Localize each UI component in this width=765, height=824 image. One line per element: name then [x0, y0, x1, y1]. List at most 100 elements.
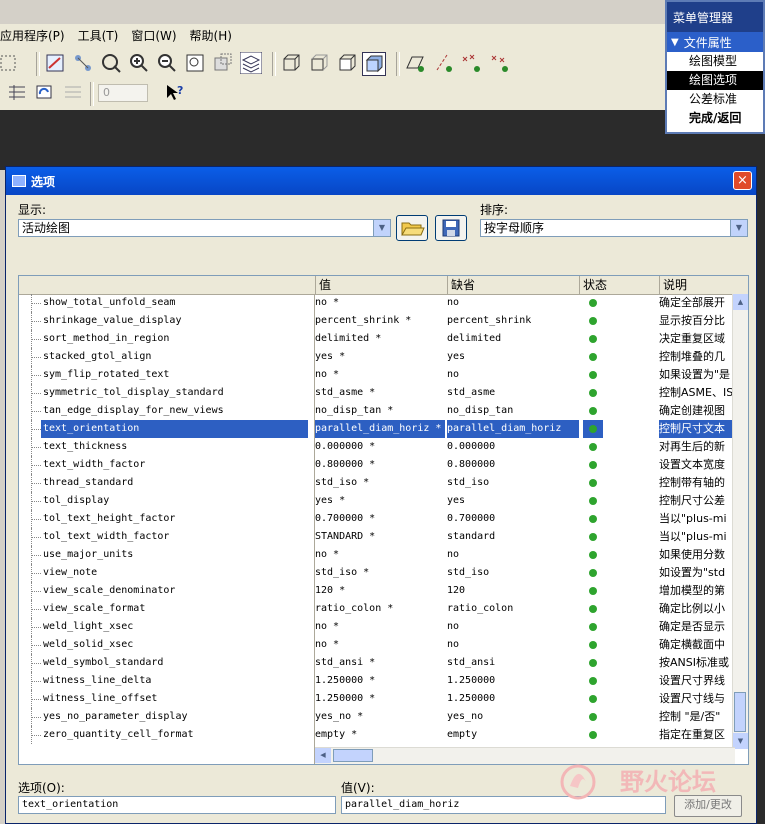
table-row[interactable]: thread_standard std_iso * std_iso 控制带有轴的	[19, 474, 736, 492]
table-row[interactable]: text_orientation parallel_diam_horiz * par…	[19, 420, 736, 438]
wireframe-icon[interactable]	[280, 52, 302, 74]
hidden-line-icon[interactable]	[308, 52, 330, 74]
header-status[interactable]: 状态	[579, 276, 659, 294]
header-description[interactable]: 说明	[659, 276, 748, 294]
option-input[interactable]: text_orientation	[18, 796, 336, 814]
table-row[interactable]: text_thickness 0.000000 * 0.000000 对再生后的新	[19, 438, 736, 456]
menu-file-properties[interactable]: ▼ 文件属性	[667, 32, 763, 52]
menu-tolerance-standard[interactable]: 公差标准	[667, 90, 763, 109]
coord-sys-icon[interactable]	[488, 52, 510, 74]
datum-icon[interactable]	[72, 52, 94, 74]
option-default: 120	[447, 585, 466, 596]
open-config-button[interactable]	[396, 215, 428, 241]
close-button[interactable]: ×	[733, 171, 752, 190]
table-row[interactable]: tol_text_width_factor STANDARD * standard 当…	[19, 528, 736, 546]
table-row[interactable]: zero_quantity_cell_format empty * empty 指定在…	[19, 726, 736, 744]
scroll-up-icon[interactable]: ▲	[733, 294, 748, 310]
hscroll-thumb[interactable]	[333, 749, 373, 762]
menu-manager: 菜单管理器 ▼ 文件属性 绘图模型 绘图选项 公差标准 完成/返回	[665, 0, 765, 134]
table-row[interactable]: weld_light_xsec no * no 确定是否显示	[19, 618, 736, 636]
sketch-icon[interactable]	[44, 52, 66, 74]
menu-tools[interactable]: 工具(T)	[78, 27, 126, 44]
table-row[interactable]: view_scale_format ratio_colon * ratio_colo…	[19, 600, 736, 618]
option-name: weld_symbol_standard	[43, 657, 164, 668]
spin-input[interactable]: 0	[98, 84, 148, 102]
option-value: delimited *	[315, 333, 382, 344]
shading-icon[interactable]	[362, 52, 386, 76]
status-dot-icon	[583, 348, 603, 366]
no-hidden-icon[interactable]	[336, 52, 358, 74]
table-row[interactable]: witness_line_delta 1.250000 * 1.250000 设置尺寸…	[19, 672, 736, 690]
layers-icon[interactable]	[239, 51, 263, 75]
option-default: 0.000000	[447, 441, 496, 452]
table-row[interactable]: text_width_factor 0.800000 * 0.800000 设置文本宽…	[19, 456, 736, 474]
chevron-down-icon: ▼	[730, 220, 747, 236]
repaint-icon[interactable]	[100, 52, 122, 74]
sort-select[interactable]: 按字母顺序 ▼	[480, 219, 748, 237]
menu-applications[interactable]: 应用程序(P)	[0, 27, 72, 44]
menu-bar: 应用程序(P) 工具(T) 窗口(W) 帮助(H)	[0, 24, 665, 46]
option-description: 控制带有轴的	[659, 476, 725, 489]
option-default: no	[447, 549, 460, 560]
scroll-down-icon[interactable]: ▼	[733, 733, 748, 749]
header-value[interactable]: 值	[315, 276, 447, 294]
status-dot-icon	[583, 366, 603, 384]
table-row[interactable]: show_total_unfold_seam no * no 确定全部展开	[19, 294, 736, 312]
table-row[interactable]: weld_solid_xsec no * no 确定横截面中	[19, 636, 736, 654]
option-name: view_scale_denominator	[43, 585, 176, 596]
option-description: 确定比例以小	[659, 602, 725, 615]
dialog-title: 选项	[31, 174, 56, 189]
vertical-scrollbar[interactable]: ▲ ▼	[732, 294, 748, 749]
table-row[interactable]: symmetric_tol_display_standard std_asme *…	[19, 384, 736, 402]
refit-icon[interactable]	[184, 52, 206, 74]
option-label: 选项(O):	[18, 781, 65, 795]
value-input[interactable]: parallel_diam_horiz	[341, 796, 666, 814]
scroll-left-icon[interactable]: ◀	[315, 748, 331, 763]
menu-drawing-models[interactable]: 绘图模型	[667, 52, 763, 71]
context-help-icon[interactable]: ?	[164, 82, 186, 104]
table-row[interactable]: sym_flip_rotated_text no * no 如果设置为"是	[19, 366, 736, 384]
regenerate-icon[interactable]	[34, 82, 56, 104]
table-row[interactable]: view_scale_denominator 120 * 120 增加模型的第	[19, 582, 736, 600]
table-rows: show_total_unfold_seam no * no 确定全部展开 shrink…	[19, 294, 736, 744]
table-row[interactable]: weld_symbol_standard std_ansi * std_ansi 按A…	[19, 654, 736, 672]
sort-select-value: 按字母顺序	[484, 221, 545, 235]
option-value: no *	[315, 297, 340, 308]
option-value: percent_shrink *	[315, 315, 412, 326]
datum-points-icon[interactable]	[460, 52, 482, 74]
list-icon[interactable]	[62, 82, 84, 104]
menu-help[interactable]: 帮助(H)	[190, 27, 239, 44]
header-default[interactable]: 缺省	[447, 276, 579, 294]
menu-window[interactable]: 窗口(W)	[131, 27, 183, 44]
option-name: witness_line_offset	[43, 693, 158, 704]
horizontal-scrollbar[interactable]: ◀	[315, 747, 735, 764]
menu-drawing-options[interactable]: 绘图选项	[667, 71, 763, 90]
menu-done-return[interactable]: 完成/返回	[667, 109, 763, 128]
datum-axes-icon[interactable]	[432, 52, 454, 74]
table-row[interactable]: witness_line_offset 1.250000 * 1.250000 设置尺…	[19, 690, 736, 708]
table-row[interactable]: yes_no_parameter_display yes_no * yes_no 控制…	[19, 708, 736, 726]
table-row[interactable]: tol_display yes * yes 控制尺寸公差	[19, 492, 736, 510]
table-row[interactable]: view_note std_iso * std_iso 如设置为"std	[19, 564, 736, 582]
save-config-button[interactable]	[435, 215, 467, 241]
zoom-out-icon[interactable]	[156, 52, 178, 74]
option-name: yes_no_parameter_display	[43, 711, 188, 722]
show-select[interactable]: 活动绘图 ▼	[18, 219, 391, 237]
scroll-thumb[interactable]	[734, 692, 746, 732]
table-row[interactable]: shrinkage_value_display percent_shrink * p…	[19, 312, 736, 330]
option-default: parallel_diam_horiz	[447, 420, 579, 438]
status-dot-icon	[583, 690, 603, 708]
table-icon[interactable]	[6, 82, 28, 104]
table-row[interactable]: tan_edge_display_for_new_views no_disp_ta…	[19, 402, 736, 420]
add-change-button[interactable]: 添加/更改	[674, 795, 742, 817]
zoom-in-icon[interactable]	[128, 52, 150, 74]
datum-planes-icon[interactable]	[404, 52, 426, 74]
select-box-icon[interactable]	[0, 52, 22, 74]
view-manager-icon[interactable]	[212, 52, 234, 74]
option-value: 0.700000 *	[315, 513, 376, 524]
status-dot-icon	[583, 546, 603, 564]
table-row[interactable]: sort_method_in_region delimited * delimite…	[19, 330, 736, 348]
table-row[interactable]: stacked_gtol_align yes * yes 控制堆叠的几	[19, 348, 736, 366]
table-row[interactable]: tol_text_height_factor 0.700000 * 0.700000…	[19, 510, 736, 528]
table-row[interactable]: use_major_units no * no 如果使用分数	[19, 546, 736, 564]
